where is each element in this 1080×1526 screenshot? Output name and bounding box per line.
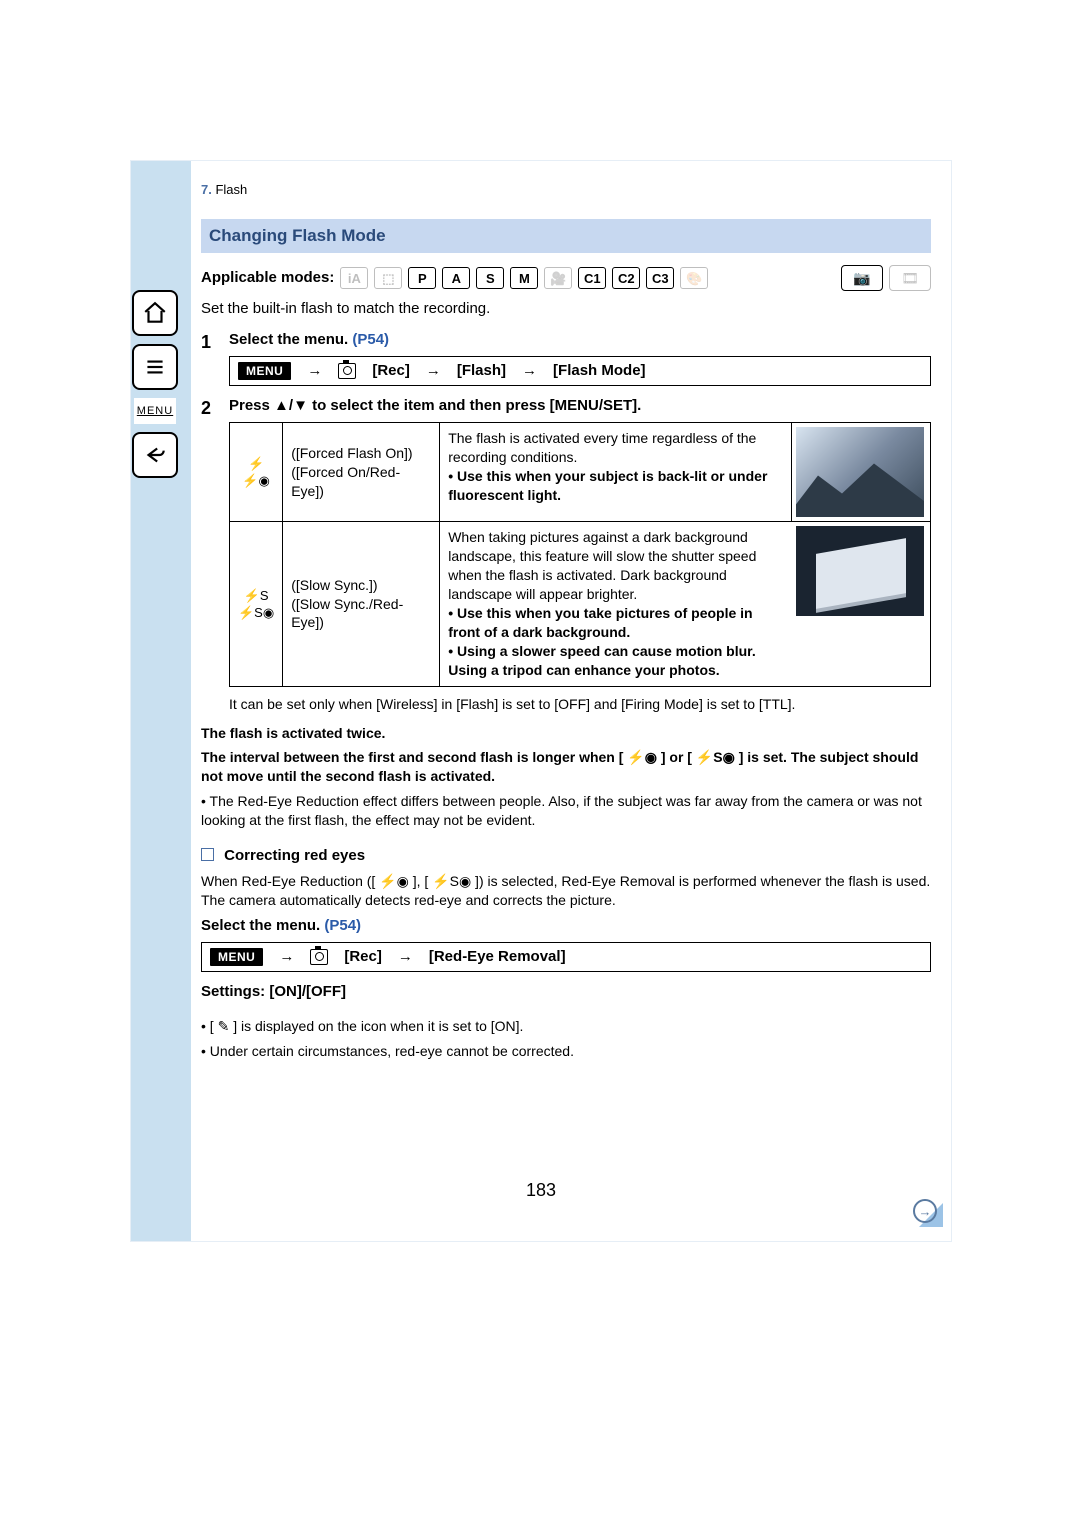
desc-bold: • Use this when you take pictures of peo… (448, 604, 783, 642)
footnote-2: • Under certain circumstances, red-eye c… (201, 1042, 931, 1061)
menu-badge: MENU (210, 948, 263, 966)
flash-slow-icon: ⚡S ⚡S◉ (230, 522, 283, 686)
step-1-title: Select the menu. (229, 331, 352, 348)
menu-path-redeye: MENU → [Rec] → [Red-Eye Removal] (201, 942, 931, 972)
menu-badge: MENU (238, 362, 291, 380)
step-2-pre: Press (229, 397, 274, 414)
back-button[interactable] (132, 432, 178, 478)
mode-a: A (442, 267, 470, 289)
menu-flash-mode: [Flash Mode] (553, 361, 646, 381)
ttl-note: It can be set only when [Wireless] in [F… (229, 695, 931, 714)
mountain-thumbnail (796, 427, 924, 517)
mode-p: P (408, 267, 436, 289)
table-row: ⚡S ⚡S◉ ([Slow Sync.]) ([Slow Sync./Red-E… (230, 522, 931, 686)
step-2-title: Press ▲/▼ to select the item and then pr… (229, 396, 931, 416)
select-menu-2: Select the menu. (201, 917, 324, 934)
twice-body: The interval between the first and secon… (201, 748, 931, 786)
correcting-title: Correcting red eyes (224, 847, 365, 864)
step-2-number: 2 (201, 396, 219, 717)
mode-c2: C2 (612, 267, 640, 289)
mode-palette-icon: 🎨 (680, 267, 708, 289)
select-menu-2-link[interactable]: (P54) (324, 917, 361, 934)
camera-icon (310, 947, 328, 967)
applicable-modes-row: Applicable modes: iA ⬚ P A S M 🎥 C1 C2 C… (201, 265, 931, 291)
intro-text: Set the built-in flash to match the reco… (201, 299, 931, 319)
step-2-post: to select the item and then press [MENU/… (308, 397, 641, 414)
desc-text: The flash is activated every time regard… (448, 429, 783, 467)
book-thumbnail (796, 526, 924, 616)
up-icon: ▲ (274, 397, 289, 414)
mode-movie-icon: 🎥 (544, 267, 572, 289)
page-number: 183 (131, 1180, 951, 1201)
chapter-number: 7. (201, 182, 212, 197)
menu-redeye-removal: [Red-Eye Removal] (429, 947, 566, 967)
flash-forced-names: ([Forced Flash On]) ([Forced On/Red-Eye]… (283, 423, 440, 522)
arrow-icon: → (279, 947, 294, 967)
movie-capability-icon: 🎞 (889, 265, 931, 291)
down-icon: ▼ (293, 397, 308, 414)
menu-flash: [Flash] (457, 361, 506, 381)
chapter-title: Flash (215, 182, 247, 197)
content-area: 7. Flash Changing Flash Mode Applicable … (201, 181, 931, 1061)
step-2: 2 Press ▲/▼ to select the item and then … (201, 396, 931, 717)
document-page: 7. Flash Changing Flash Mode Applicable … (130, 160, 952, 1242)
correcting-body: When Red-Eye Reduction ([ ⚡◉ ], [ ⚡S◉ ])… (201, 872, 931, 910)
table-row: ⚡ ⚡◉ ([Forced Flash On]) ([Forced On/Red… (230, 423, 931, 522)
arrow-icon: → (522, 361, 537, 381)
correcting-heading: Correcting red eyes (201, 846, 931, 866)
mode-c1: C1 (578, 267, 606, 289)
next-page-button[interactable]: → (913, 1199, 937, 1223)
flash-slow-desc: When taking pictures against a dark back… (440, 522, 792, 686)
arrow-icon: → (398, 947, 413, 967)
footnote-1: • [ ✎ ] is displayed on the icon when it… (201, 1017, 931, 1036)
mode-c3: C3 (646, 267, 674, 289)
camera-icon (338, 361, 356, 381)
desc-text: When taking pictures against a dark back… (448, 528, 783, 604)
still-capability-icon: 📷 (841, 265, 883, 291)
settings-line: Settings: [ON]/[OFF] (201, 982, 931, 1002)
step-1-link[interactable]: (P54) (352, 331, 389, 348)
menu-rec: [Rec] (344, 947, 382, 967)
arrow-icon: → (307, 361, 322, 381)
page: 7. Flash Changing Flash Mode Applicable … (0, 0, 1080, 1526)
menu-path-flash-mode: MENU → [Rec] → [Flash] → [Flash Mode] (229, 356, 931, 386)
menu-button[interactable]: MENU (134, 398, 176, 424)
arrow-icon: → (426, 361, 441, 381)
section-title: Changing Flash Mode (201, 219, 931, 254)
toc-button[interactable] (132, 344, 178, 390)
flash-slow-names: ([Slow Sync.]) ([Slow Sync./Red-Eye]) (283, 522, 440, 686)
twice-title: The flash is activated twice. (201, 724, 931, 743)
desc-bold-2: • Using a slower speed can cause motion … (448, 642, 783, 680)
sidebar-nav: MENU (132, 290, 178, 478)
applicable-modes-label: Applicable modes: (201, 268, 334, 288)
home-button[interactable] (132, 290, 178, 336)
square-bullet-icon (201, 848, 214, 861)
mode-ia-icon: iA (340, 267, 368, 289)
flash-forced-image (792, 423, 931, 522)
flash-forced-icon: ⚡ ⚡◉ (230, 423, 283, 522)
step-1: 1 Select the menu. (P54) MENU → [Rec] → … (201, 330, 931, 397)
flash-slow-image (792, 522, 931, 686)
desc-bold: • Use this when your subject is back-lit… (448, 467, 783, 505)
mode-ia-plus-icon: ⬚ (374, 267, 402, 289)
mode-s: S (476, 267, 504, 289)
flash-mode-table: ⚡ ⚡◉ ([Forced Flash On]) ([Forced On/Red… (229, 422, 931, 686)
menu-rec: [Rec] (372, 361, 410, 381)
mode-m: M (510, 267, 538, 289)
redeye-note: • The Red-Eye Reduction effect differs b… (201, 792, 931, 830)
flash-forced-desc: The flash is activated every time regard… (440, 423, 792, 522)
breadcrumb: 7. Flash (201, 181, 931, 199)
step-1-number: 1 (201, 330, 219, 397)
